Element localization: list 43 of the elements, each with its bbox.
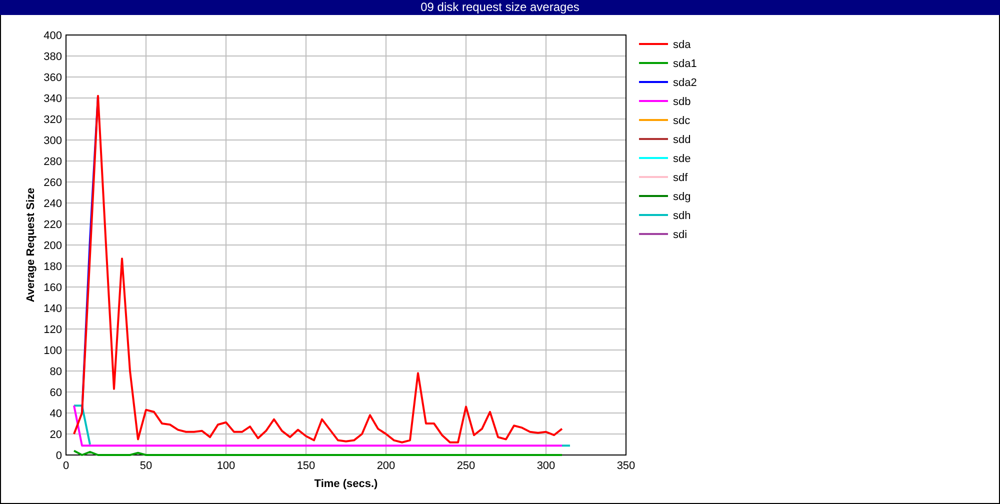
x-tick-label: 300 [536,460,556,472]
legend-label: sde [673,153,691,165]
x-tick-label: 350 [616,460,636,472]
y-tick-label: 200 [44,240,62,252]
y-tick-label: 380 [44,51,62,63]
legend-label: sdh [673,210,691,222]
y-tick-label: 60 [50,387,62,399]
y-tick-label: 180 [44,261,62,273]
x-tick-label: 150 [296,460,316,472]
legend-label: sdf [673,172,688,184]
y-tick-label: 240 [44,198,62,210]
legend-label: sdi [673,229,688,241]
y-tick-label: 160 [44,282,62,294]
y-tick-label: 220 [44,219,62,231]
y-tick-label: 300 [44,135,62,147]
y-tick-label: 140 [44,303,62,315]
y-tick-label: 320 [44,114,62,126]
x-tick-label: 50 [140,460,152,472]
y-tick-label: 260 [44,177,62,189]
x-tick-label: 100 [216,460,236,472]
legend-label: sda1 [673,58,697,70]
x-tick-label: 200 [376,460,396,472]
legend-label: sdb [673,96,691,108]
y-tick-label: 40 [50,408,62,420]
legend-label: sdg [673,191,691,203]
y-tick-label: 360 [44,72,62,84]
x-tick-label: 250 [456,460,476,472]
legend-label: sdc [673,115,690,127]
y-tick-label: 80 [50,366,62,378]
x-tick-label: 0 [62,460,70,472]
y-tick-label: 280 [44,156,62,168]
y-axis-title: Average Request Size [25,188,37,302]
y-tick-label: 340 [44,93,62,105]
y-tick-label: 0 [56,450,62,462]
y-tick-label: 120 [44,324,62,336]
y-tick-label: 100 [44,345,62,357]
y-tick-label: 400 [44,30,62,42]
x-axis-title: Time (secs.) [314,478,378,490]
window-title: 09 disk request size averages [0,0,1000,15]
legend-label: sda [673,39,691,51]
y-tick-label: 20 [50,429,62,441]
legend-label: sdd [673,134,691,146]
legend-label: sda2 [673,77,697,89]
